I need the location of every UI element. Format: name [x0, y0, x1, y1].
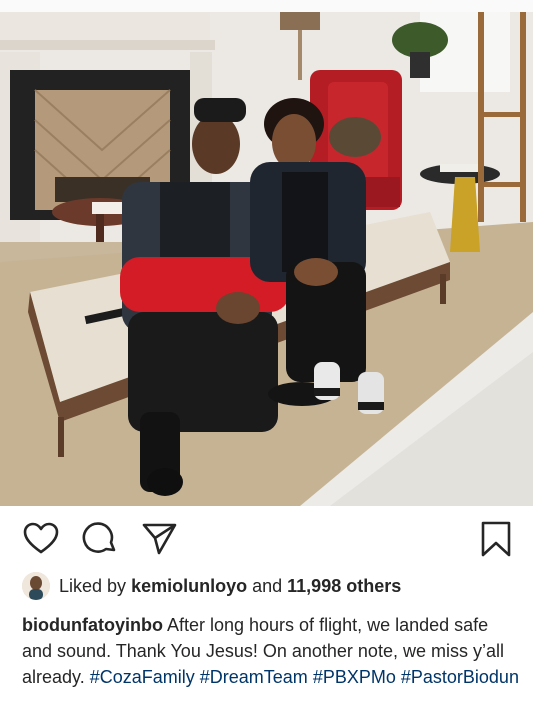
heart-outline-icon[interactable] — [22, 520, 60, 558]
hashtag-dreamteam[interactable]: #DreamTeam — [200, 667, 308, 687]
post-actions-bar — [0, 520, 533, 560]
likes-prefix: Liked by — [59, 575, 127, 596]
speech-bubble-icon[interactable] — [81, 520, 119, 558]
status-strip — [0, 0, 533, 12]
post-photo-illustration — [0, 12, 533, 506]
liked-by-username[interactable]: kemiolunloyo — [131, 576, 247, 597]
likes-connector: and — [252, 575, 283, 596]
post-caption: biodunfatoyinbo After long hours of flig… — [22, 612, 522, 690]
post-photo[interactable] — [0, 12, 533, 506]
hashtag-pbxpmo[interactable]: #PBXPMo — [313, 667, 396, 687]
caption-username[interactable]: biodunfatoyinbo — [22, 615, 163, 635]
likes-summary[interactable]: Liked by kemiolunloyo and 11,998 others — [22, 570, 522, 602]
avatar[interactable] — [22, 572, 50, 600]
hashtag-cozafamily[interactable]: #CozaFamily — [90, 667, 195, 687]
likes-count[interactable]: 11,998 others — [287, 576, 401, 597]
hashtag-pastorbiodun[interactable]: #PastorBiodun — [401, 667, 519, 687]
bookmark-icon[interactable] — [477, 520, 515, 558]
paper-plane-icon[interactable] — [140, 520, 178, 558]
